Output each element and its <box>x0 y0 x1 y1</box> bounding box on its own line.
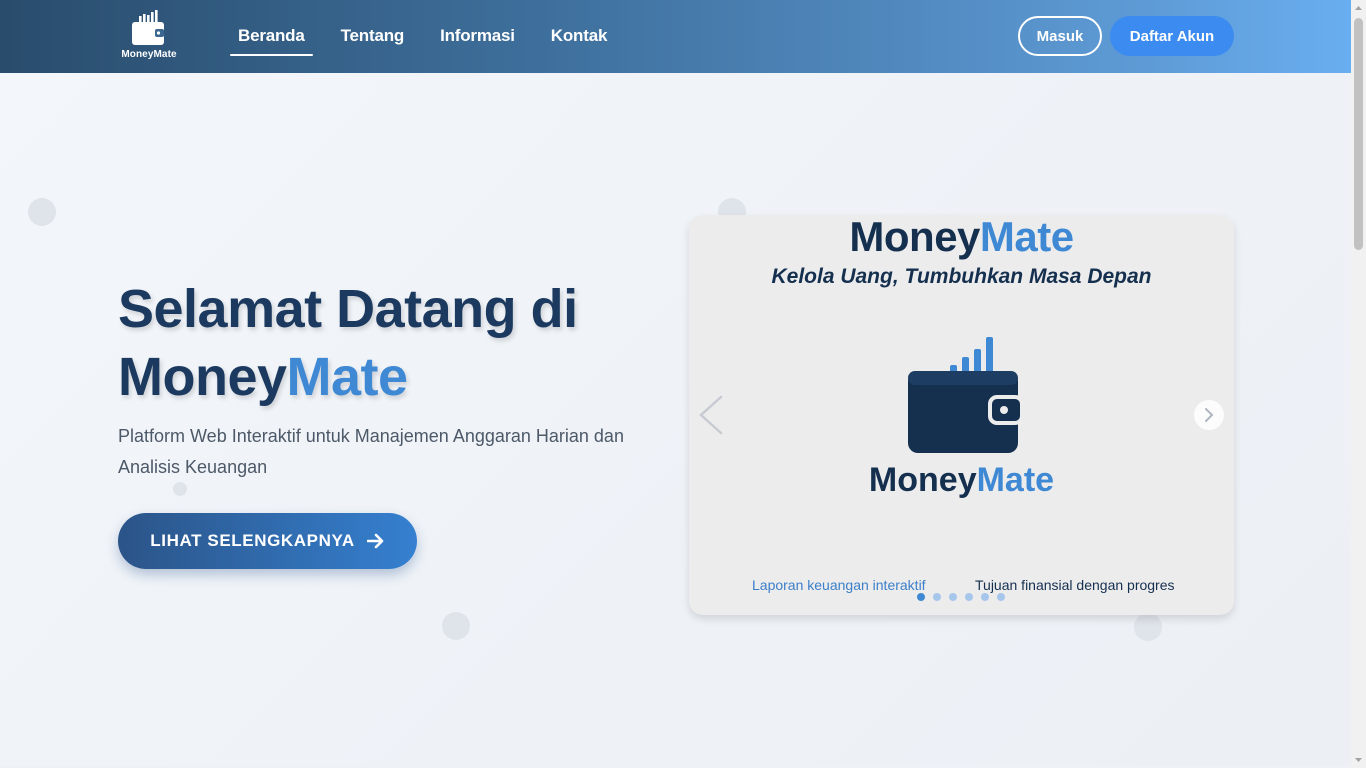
scroll-down-arrow-icon[interactable] <box>1354 755 1363 765</box>
see-more-button[interactable]: LIHAT SELENGKAPNYA <box>118 513 417 569</box>
hero-title: Selamat Datang di MoneyMate <box>118 275 678 411</box>
slide-brand-primary: Money <box>849 215 980 260</box>
slide-tagline: Kelola Uang, Tumbuhkan Masa Depan <box>771 265 1152 288</box>
slide-brand2-primary: Money <box>868 461 977 499</box>
chevron-left-icon <box>699 395 723 435</box>
decorative-dot <box>442 612 470 640</box>
carousel-next-button[interactable] <box>1194 400 1224 430</box>
carousel-indicator[interactable] <box>949 593 957 601</box>
carousel-indicator[interactable] <box>933 593 941 601</box>
hero-section: Selamat Datang di MoneyMate Platform Web… <box>0 73 1351 765</box>
nav-item-informasi[interactable]: Informasi <box>432 22 523 56</box>
carousel-indicator[interactable] <box>997 593 1005 601</box>
login-button[interactable]: Masuk <box>1018 16 1102 56</box>
carousel-indicator[interactable] <box>981 593 989 601</box>
carousel-indicator[interactable] <box>917 593 925 601</box>
hero-carousel: MoneyMate Kelola Uang, Tumbuhkan Masa De… <box>689 215 1234 615</box>
hero-title-line1: Selamat Datang di <box>118 279 578 339</box>
see-more-label: LIHAT SELENGKAPNYA <box>150 531 355 550</box>
hero-title-accent: Mate <box>286 347 409 407</box>
hero-subtitle: Platform Web Interaktif untuk Manajemen … <box>118 426 624 477</box>
slide-feature-goals: Tujuan finansial dengan progres <box>975 577 1175 593</box>
decorative-dot <box>1134 613 1162 641</box>
brand-logo[interactable]: MoneyMate <box>112 10 186 64</box>
slide-brand-accent: Mate <box>979 215 1074 260</box>
register-button[interactable]: Daftar Akun <box>1110 16 1234 56</box>
nav-links: Beranda Tentang Informasi Kontak <box>230 22 635 56</box>
wallet-logo-icon <box>132 10 164 45</box>
decorative-dot <box>28 198 56 226</box>
slide-feature-report: Laporan keuangan interaktif <box>752 577 926 593</box>
slide-brand-wordmark: MoneyMate <box>689 461 1234 500</box>
navbar: MoneyMate Beranda Tentang Informasi Kont… <box>0 0 1351 73</box>
carousel-prev-button[interactable] <box>689 385 729 445</box>
nav-item-beranda[interactable]: Beranda <box>230 22 313 56</box>
decorative-dot <box>173 482 187 496</box>
scroll-up-arrow-icon[interactable] <box>1354 3 1363 13</box>
nav-item-tentang[interactable]: Tentang <box>333 22 412 56</box>
slide-brand-title: MoneyMate <box>689 215 1234 261</box>
carousel-indicators <box>917 593 1005 601</box>
carousel-indicator[interactable] <box>965 593 973 601</box>
arrow-right-icon <box>366 533 384 549</box>
brand-name: MoneyMate <box>121 49 177 60</box>
slide-brand2-accent: Mate <box>976 461 1055 499</box>
wallet-logo-icon <box>908 337 1024 453</box>
hero-title-primary: Money <box>118 347 287 407</box>
scrollbar-thumb[interactable] <box>1354 18 1363 250</box>
chevron-right-icon <box>1205 408 1214 422</box>
page-scrollbar[interactable] <box>1351 0 1366 768</box>
nav-item-kontak[interactable]: Kontak <box>543 22 615 56</box>
